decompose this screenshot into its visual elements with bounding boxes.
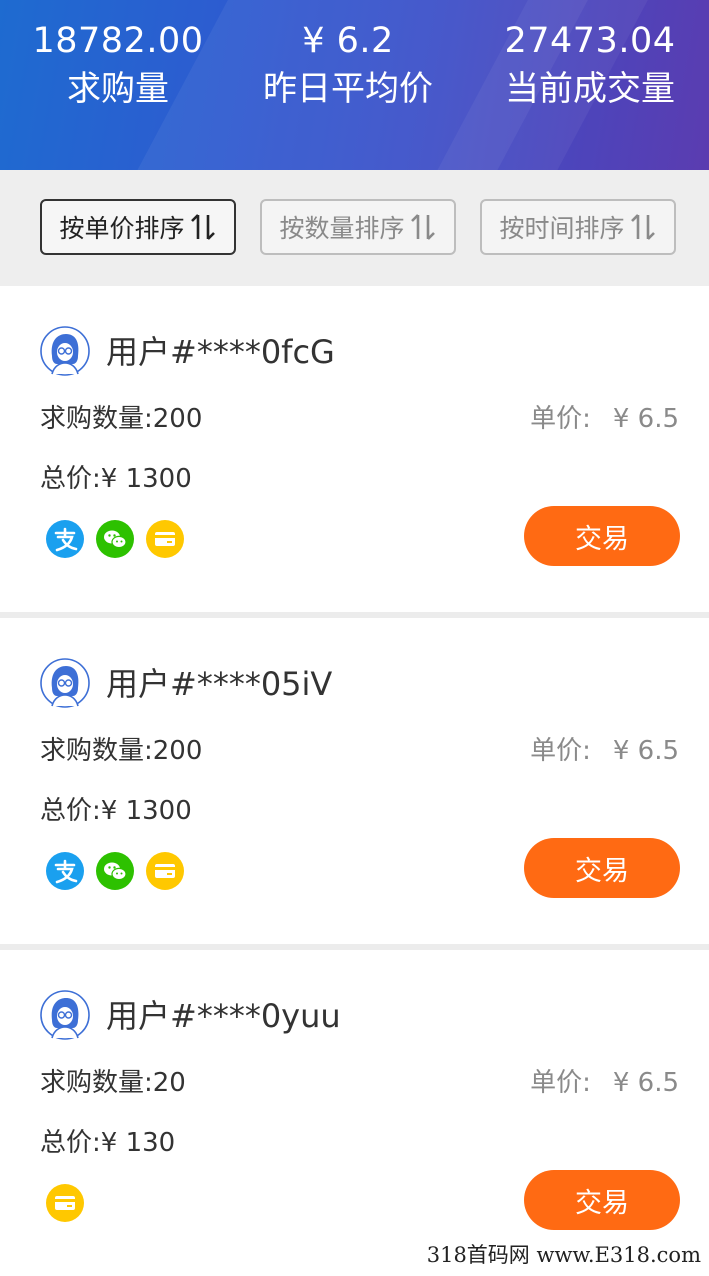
unit-price-label: 单价: — [530, 404, 591, 434]
quantity-label: 求购数量: — [40, 736, 153, 766]
quantity-label: 求购数量: — [40, 1068, 153, 1098]
username: 用户#****0yuu — [106, 997, 341, 1035]
trade-button[interactable]: 交易 — [524, 1170, 680, 1230]
quantity-value: 200 — [152, 404, 203, 434]
sort-by-price-button[interactable]: 按单价排序 — [40, 199, 236, 255]
total-price: 总价:¥ 1300 — [40, 792, 192, 830]
payment-methods — [46, 1184, 96, 1222]
sort-arrows-icon — [410, 214, 435, 240]
stat-value: 18782.00 — [32, 21, 204, 61]
order-card: 用户#****05iV 求购数量:200 单价: ¥ 6.5 总价:¥ 1300 … — [0, 618, 709, 944]
total-value: ¥ 1300 — [100, 796, 192, 826]
payment-methods — [46, 852, 196, 890]
unit-price: 单价: ¥ 6.5 — [530, 1064, 679, 1102]
alipay-icon — [46, 520, 84, 558]
stat-label: 当前成交量 — [505, 69, 675, 109]
total-label: 总价: — [40, 464, 101, 494]
unit-price-label: 单价: — [530, 736, 591, 766]
alipay-icon — [46, 852, 84, 890]
quantity-value: 200 — [152, 736, 203, 766]
quantity-value: 20 — [152, 1068, 186, 1098]
stat-avg-price: ¥ 6.2 昨日平均价 — [230, 18, 466, 114]
order-card: 用户#****0fcG 求购数量:200 单价: ¥ 6.5 总价:¥ 1300 … — [0, 286, 709, 612]
stat-label: 求购量 — [67, 69, 169, 109]
unit-price-value: ¥ 6.5 — [612, 1068, 679, 1098]
watermark: 318首码网 www.E318.com — [424, 1240, 703, 1270]
sort-arrows-icon — [630, 214, 655, 240]
username: 用户#****0fcG — [106, 333, 335, 371]
unit-price-value: ¥ 6.5 — [612, 736, 679, 766]
unit-price-value: ¥ 6.5 — [612, 404, 679, 434]
user-avatar-icon — [40, 326, 90, 376]
total-label: 总价: — [40, 796, 101, 826]
stat-value: ¥ 6.2 — [302, 21, 394, 61]
payment-methods — [46, 520, 196, 558]
sort-by-time-button[interactable]: 按时间排序 — [480, 199, 676, 255]
trade-button[interactable]: 交易 — [524, 506, 680, 566]
purchase-quantity: 求购数量:20 — [40, 1064, 186, 1102]
bank-card-icon — [146, 520, 184, 558]
wechat-pay-icon — [96, 520, 134, 558]
total-price: 总价:¥ 130 — [40, 1124, 175, 1162]
unit-price-label: 单价: — [530, 1068, 591, 1098]
sort-bar: 按单价排序 按数量排序 按时间排序 — [0, 170, 709, 286]
stat-trade-volume: 27473.04 当前成交量 — [472, 18, 708, 114]
purchase-quantity: 求购数量:200 — [40, 732, 202, 770]
purchase-quantity: 求购数量:200 — [40, 400, 202, 438]
total-label: 总价: — [40, 1128, 101, 1158]
total-value: ¥ 1300 — [100, 464, 192, 494]
sort-arrows-icon — [190, 214, 215, 240]
sort-label: 按单价排序 — [59, 214, 185, 243]
sort-label: 按数量排序 — [279, 214, 405, 243]
stats-header: 18782.00 求购量 ¥ 6.2 昨日平均价 27473.04 当前成交量 — [0, 0, 709, 170]
trade-button[interactable]: 交易 — [524, 838, 680, 898]
sort-by-quantity-button[interactable]: 按数量排序 — [260, 199, 456, 255]
unit-price: 单价: ¥ 6.5 — [530, 732, 679, 770]
bank-card-icon — [146, 852, 184, 890]
wechat-pay-icon — [96, 852, 134, 890]
stat-purchase-volume: 18782.00 求购量 — [0, 18, 236, 114]
order-card: 用户#****0yuu 求购数量:20 单价: ¥ 6.5 总价:¥ 130 交易 — [0, 950, 709, 1276]
stat-label: 昨日平均价 — [263, 69, 433, 109]
quantity-label: 求购数量: — [40, 404, 153, 434]
stat-value: 27473.04 — [504, 21, 676, 61]
total-price: 总价:¥ 1300 — [40, 460, 192, 498]
total-value: ¥ 130 — [100, 1128, 176, 1158]
sort-label: 按时间排序 — [499, 214, 625, 243]
user-avatar-icon — [40, 658, 90, 708]
bank-card-icon — [46, 1184, 84, 1222]
unit-price: 单价: ¥ 6.5 — [530, 400, 679, 438]
username: 用户#****05iV — [106, 665, 333, 703]
user-avatar-icon — [40, 990, 90, 1040]
